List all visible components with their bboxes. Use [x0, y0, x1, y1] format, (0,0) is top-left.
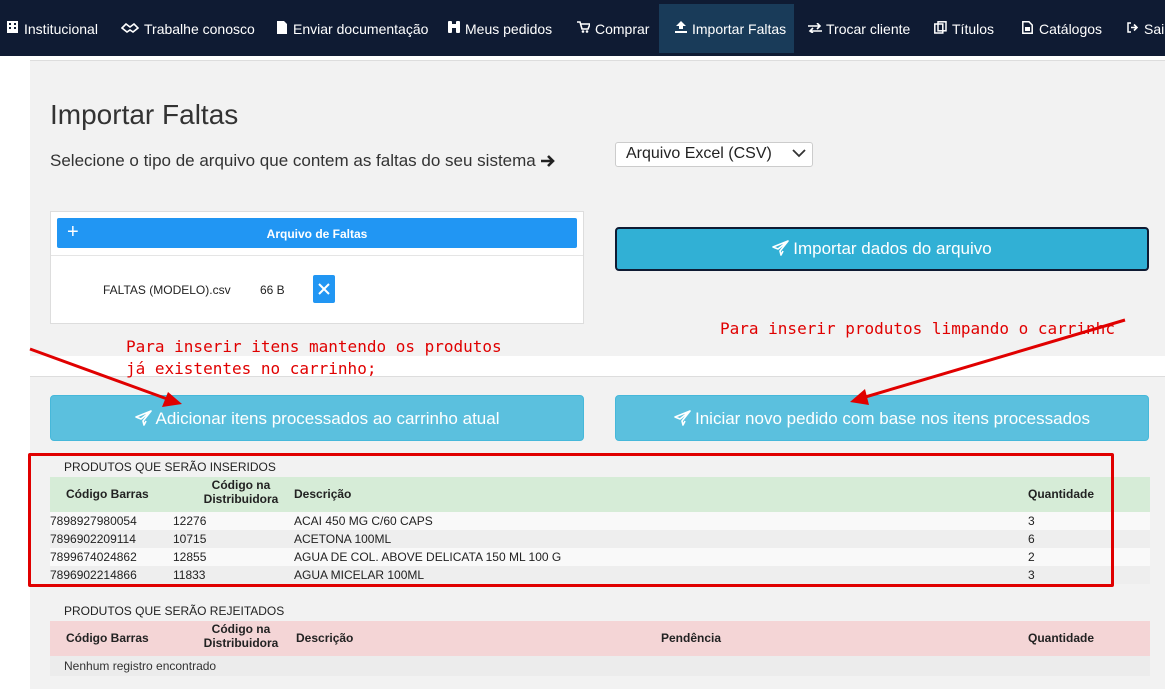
arrow-left: [29, 347, 182, 407]
arrow-right: [850, 318, 1126, 405]
annotation-arrows: [29, 318, 1126, 407]
